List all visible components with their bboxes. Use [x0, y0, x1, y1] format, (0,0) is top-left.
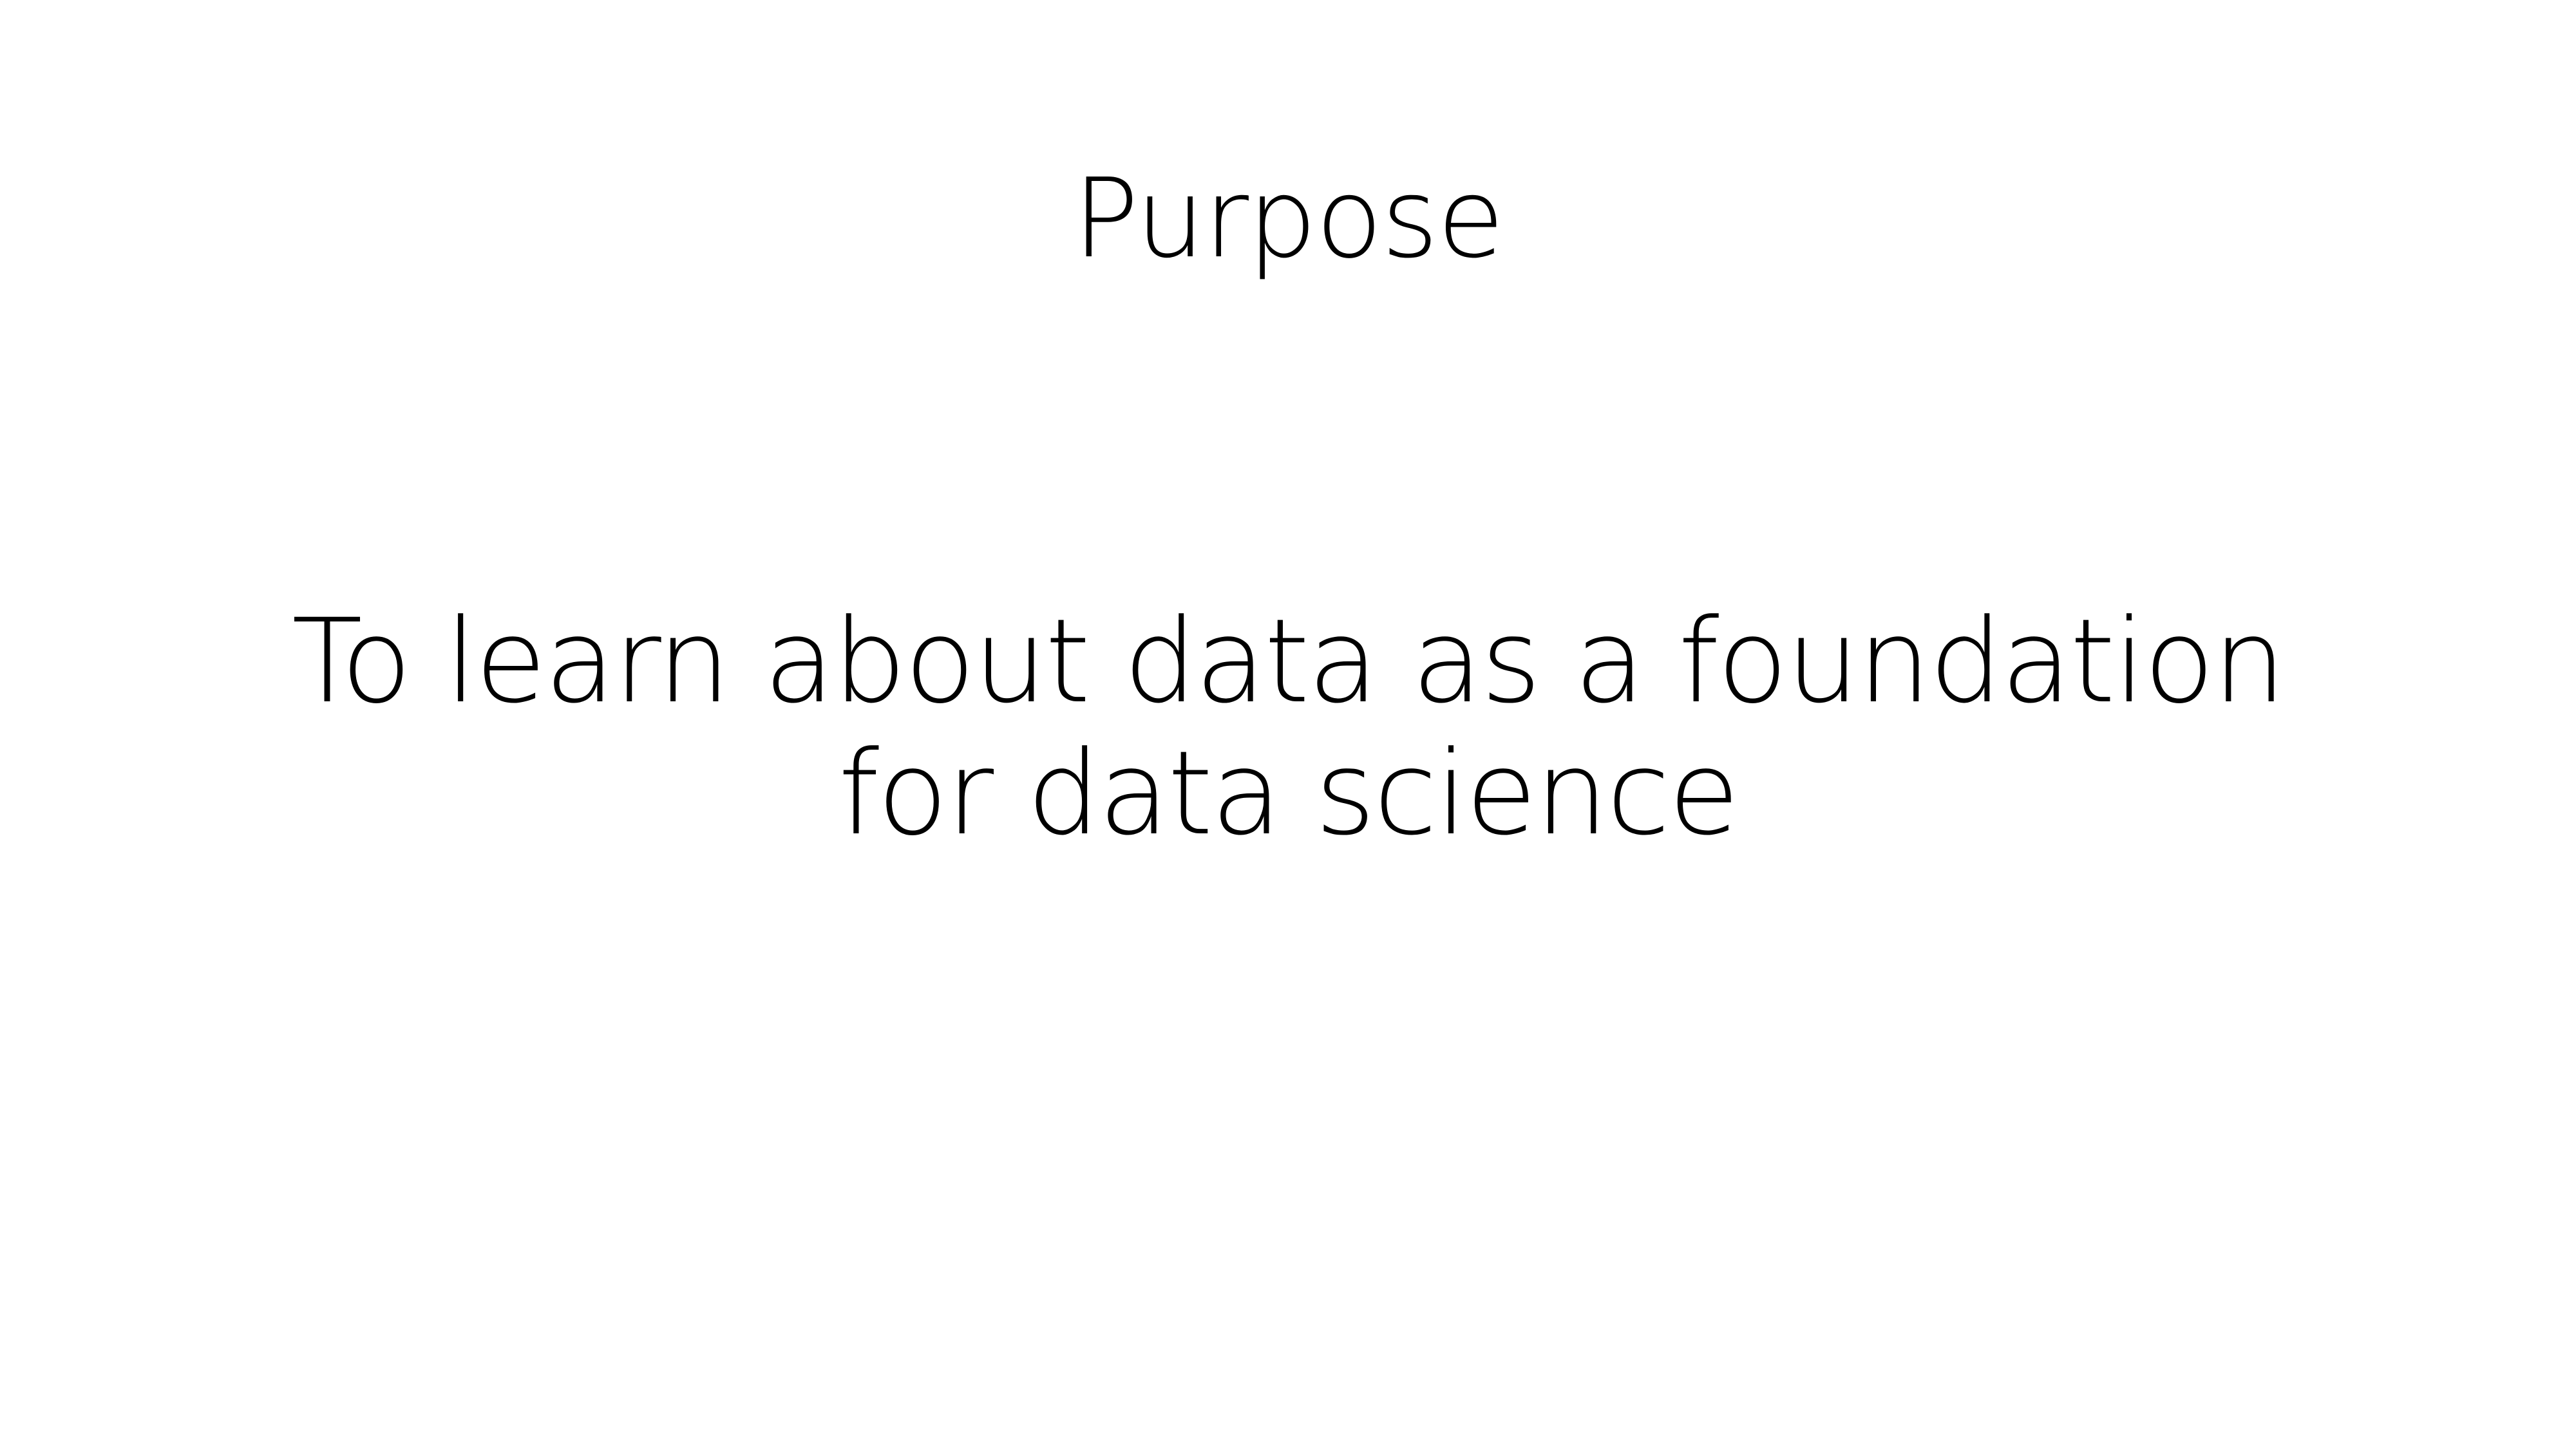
slide-title: Purpose	[1072, 155, 1504, 283]
slide: Purpose To learn about data as a foundat…	[0, 0, 2576, 1449]
body-line-2: for data science	[838, 726, 1740, 861]
body-line-1: To learn about data as a foundation	[292, 594, 2286, 729]
slide-body-text: To learn about data as a foundation for …	[0, 596, 2576, 860]
